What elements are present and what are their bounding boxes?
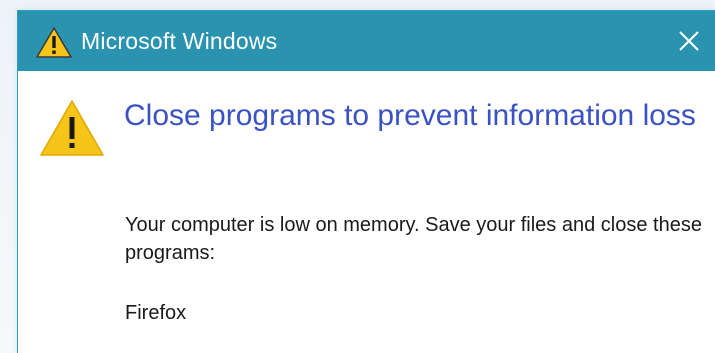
low-memory-dialog: Microsoft Windows Close programs to prev… — [18, 11, 715, 353]
dialog-headline: Close programs to prevent information lo… — [124, 99, 696, 132]
dialog-content: Close programs to prevent information lo… — [18, 71, 715, 353]
dialog-message: Your computer is low on memory. Save you… — [125, 214, 702, 264]
close-button[interactable] — [667, 19, 711, 63]
program-list: Firefox — [125, 299, 186, 327]
window-title: Microsoft Windows — [81, 28, 278, 54]
title-bar[interactable]: Microsoft Windows — [18, 11, 715, 71]
program-item: Firefox — [125, 302, 187, 324]
close-icon — [679, 31, 699, 51]
warning-icon — [38, 98, 106, 158]
warning-icon — [35, 26, 73, 59]
desktop-background: Microsoft Windows Close programs to prev… — [0, 0, 715, 353]
